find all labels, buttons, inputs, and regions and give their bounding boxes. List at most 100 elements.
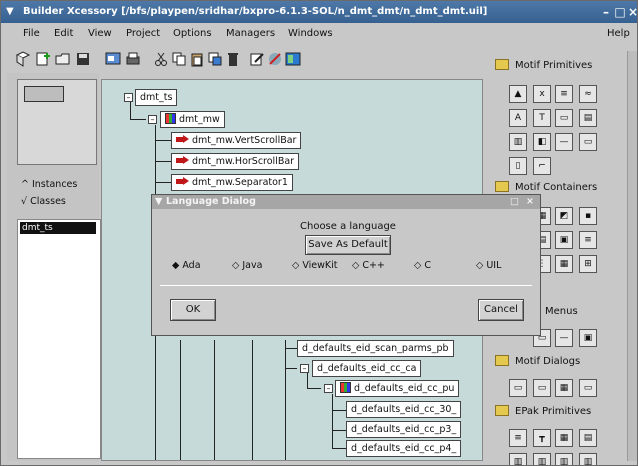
pushbutton-icon[interactable]: ▭ [555,109,573,127]
epak-tab-icon[interactable]: ┳ [533,429,551,447]
notebook-icon[interactable]: ≡ [579,231,597,249]
epak-chart-icon[interactable]: ▥ [509,453,527,465]
category-motif-primitives[interactable]: Motif Primitives [495,57,592,75]
tree-node-cc-p4[interactable]: d_defaults_eid_cc_p4_ [346,440,462,457]
prompt-dialog-icon[interactable]: ▭ [533,379,551,397]
main-window-icon[interactable]: ▣ [555,231,573,249]
epak-table-icon[interactable]: ▥ [579,453,597,465]
tree-node-cc-30[interactable]: d_defaults_eid_cc_30_ [346,401,462,418]
tree-node-scan-parms[interactable]: d_defaults_eid_scan_parms_pb [297,340,454,357]
scale-icon[interactable]: ≡ [555,85,573,103]
palette-scrollbar[interactable] [627,51,637,461]
collapse-toggle[interactable]: – [148,115,157,124]
dialog-close-icon[interactable]: × [526,195,534,209]
spin-box-icon[interactable]: ⊞ [579,255,597,273]
list-icon[interactable]: ≈ [579,85,597,103]
collapse-toggle[interactable]: – [324,384,333,393]
drawing-area-icon[interactable]: x [533,85,551,103]
edit-icon[interactable] [249,51,265,67]
frame-icon[interactable]: ⌐ [533,157,551,175]
container-icon[interactable]: ▦ [555,255,573,273]
arrow-button-icon[interactable]: ▲ [509,85,527,103]
save-as-default-button[interactable]: Save As Default [305,235,391,255]
dialog-title-bar[interactable]: ▼ Language Dialog □ × [152,195,540,209]
tree-node-hscroll[interactable]: dmt_mw.HorScrollBar [171,153,300,170]
epak-bar-icon[interactable]: ▥ [555,453,573,465]
collapse-toggle[interactable]: – [124,93,133,102]
open-icon[interactable] [55,51,71,67]
option-java[interactable]: ◇ Java [232,260,262,271]
maximize-button[interactable]: □ [613,5,627,19]
option-uil[interactable]: ◇ UIL [476,260,501,271]
option-cpp[interactable]: ◇ C++ [352,260,385,271]
option-c[interactable]: ◇ C [414,260,431,271]
menu-edit[interactable]: Edit [54,28,73,39]
raise-icon[interactable] [207,51,223,67]
file-dialog-icon[interactable]: ▦ [555,379,573,397]
menu-help[interactable]: Help [607,28,630,39]
paned-window-icon[interactable]: ◩ [555,207,573,225]
message-dialog-icon[interactable]: ▭ [509,379,527,397]
tree-node-cc-pu[interactable]: d_defaults_eid_cc_pu [335,380,460,397]
instance-list[interactable]: dmt_ts [17,219,101,459]
epak-grid-icon[interactable]: ▦ [555,429,573,447]
menu-project[interactable]: Project [126,28,160,39]
new-icon[interactable] [15,51,31,67]
tree-node-dmt-mw[interactable]: dmt_mw [160,111,225,128]
row-column-icon[interactable]: ▪ [579,207,597,225]
tree-node-dmt-ts[interactable]: dmt_ts [135,89,178,106]
epak-gauge-icon[interactable]: ≡ [509,429,527,447]
tree-node-vscroll[interactable]: dmt_mw.VertScrollBar [171,132,302,149]
tree-node-cc-ca[interactable]: d_defaults_eid_cc_ca [312,360,422,377]
delete-icon[interactable] [225,51,241,67]
scrollbar-icon[interactable]: ▤ [579,109,597,127]
browser-icon[interactable] [105,51,121,67]
list-item-selected[interactable]: dmt_ts [20,222,96,234]
window-menu-icon[interactable]: ▼ [6,6,18,18]
category-motif-dialogs[interactable]: Motif Dialogs [495,353,580,371]
cancel-button[interactable]: Cancel [478,299,524,321]
overview-viewport[interactable] [24,86,64,102]
category-epak-primitives[interactable]: EPak Primitives [495,403,591,421]
collapse-toggle[interactable]: – [300,364,309,373]
dialog-maximize-icon[interactable]: □ [510,195,519,209]
overview-thumbnail[interactable] [17,79,97,165]
layout-icon[interactable] [285,51,301,67]
save-icon[interactable] [75,51,91,67]
tree-node-separator[interactable]: dmt_mw.Separator1 [171,174,293,191]
toggle-icon[interactable]: ◧ [533,133,551,151]
print-icon[interactable] [125,51,141,67]
classes-radio[interactable]: √ Classes [21,196,66,207]
resources-icon[interactable] [267,51,283,67]
option-ada[interactable]: ◆ Ada [172,260,201,271]
dialog-menu-icon[interactable]: ▼ [155,195,162,209]
text-field-icon[interactable]: ▥ [509,133,527,151]
epak-tree-icon[interactable]: ▥ [533,453,551,465]
radio-selected-icon: ◆ [172,260,183,271]
combo-box-icon[interactable]: ▭ [579,133,597,151]
menu-windows[interactable]: Windows [288,28,333,39]
menu-view[interactable]: View [88,28,112,39]
popup-menu-icon[interactable]: ▣ [579,329,597,347]
option-menu-icon[interactable]: — [555,329,573,347]
cut-icon[interactable] [153,51,169,67]
new-project-icon[interactable] [35,51,51,67]
option-viewkit[interactable]: ◇ ViewKit [292,260,337,271]
menu-options[interactable]: Options [173,28,212,39]
paste-icon[interactable] [189,51,205,67]
ok-button[interactable]: OK [170,299,216,321]
close-button[interactable]: × [626,5,637,19]
copy-icon[interactable] [171,51,187,67]
separator-icon[interactable]: — [555,133,573,151]
minimize-button[interactable]: – [599,5,613,19]
form-icon[interactable]: ▯ [509,157,527,175]
title-bar[interactable]: ▼ Builder Xcessory [/bfs/playpen/sridhar… [1,1,637,23]
menu-file[interactable]: File [23,28,40,39]
label-icon[interactable]: A [509,109,527,127]
tree-node-cc-p3[interactable]: d_defaults_eid_cc_p3_ [346,421,462,438]
selection-dialog-icon[interactable]: ▭ [579,379,597,397]
epak-list-icon[interactable]: ▤ [579,429,597,447]
instances-radio[interactable]: ^ Instances [21,179,77,190]
menu-managers[interactable]: Managers [226,28,275,39]
text-icon[interactable]: T [533,109,551,127]
